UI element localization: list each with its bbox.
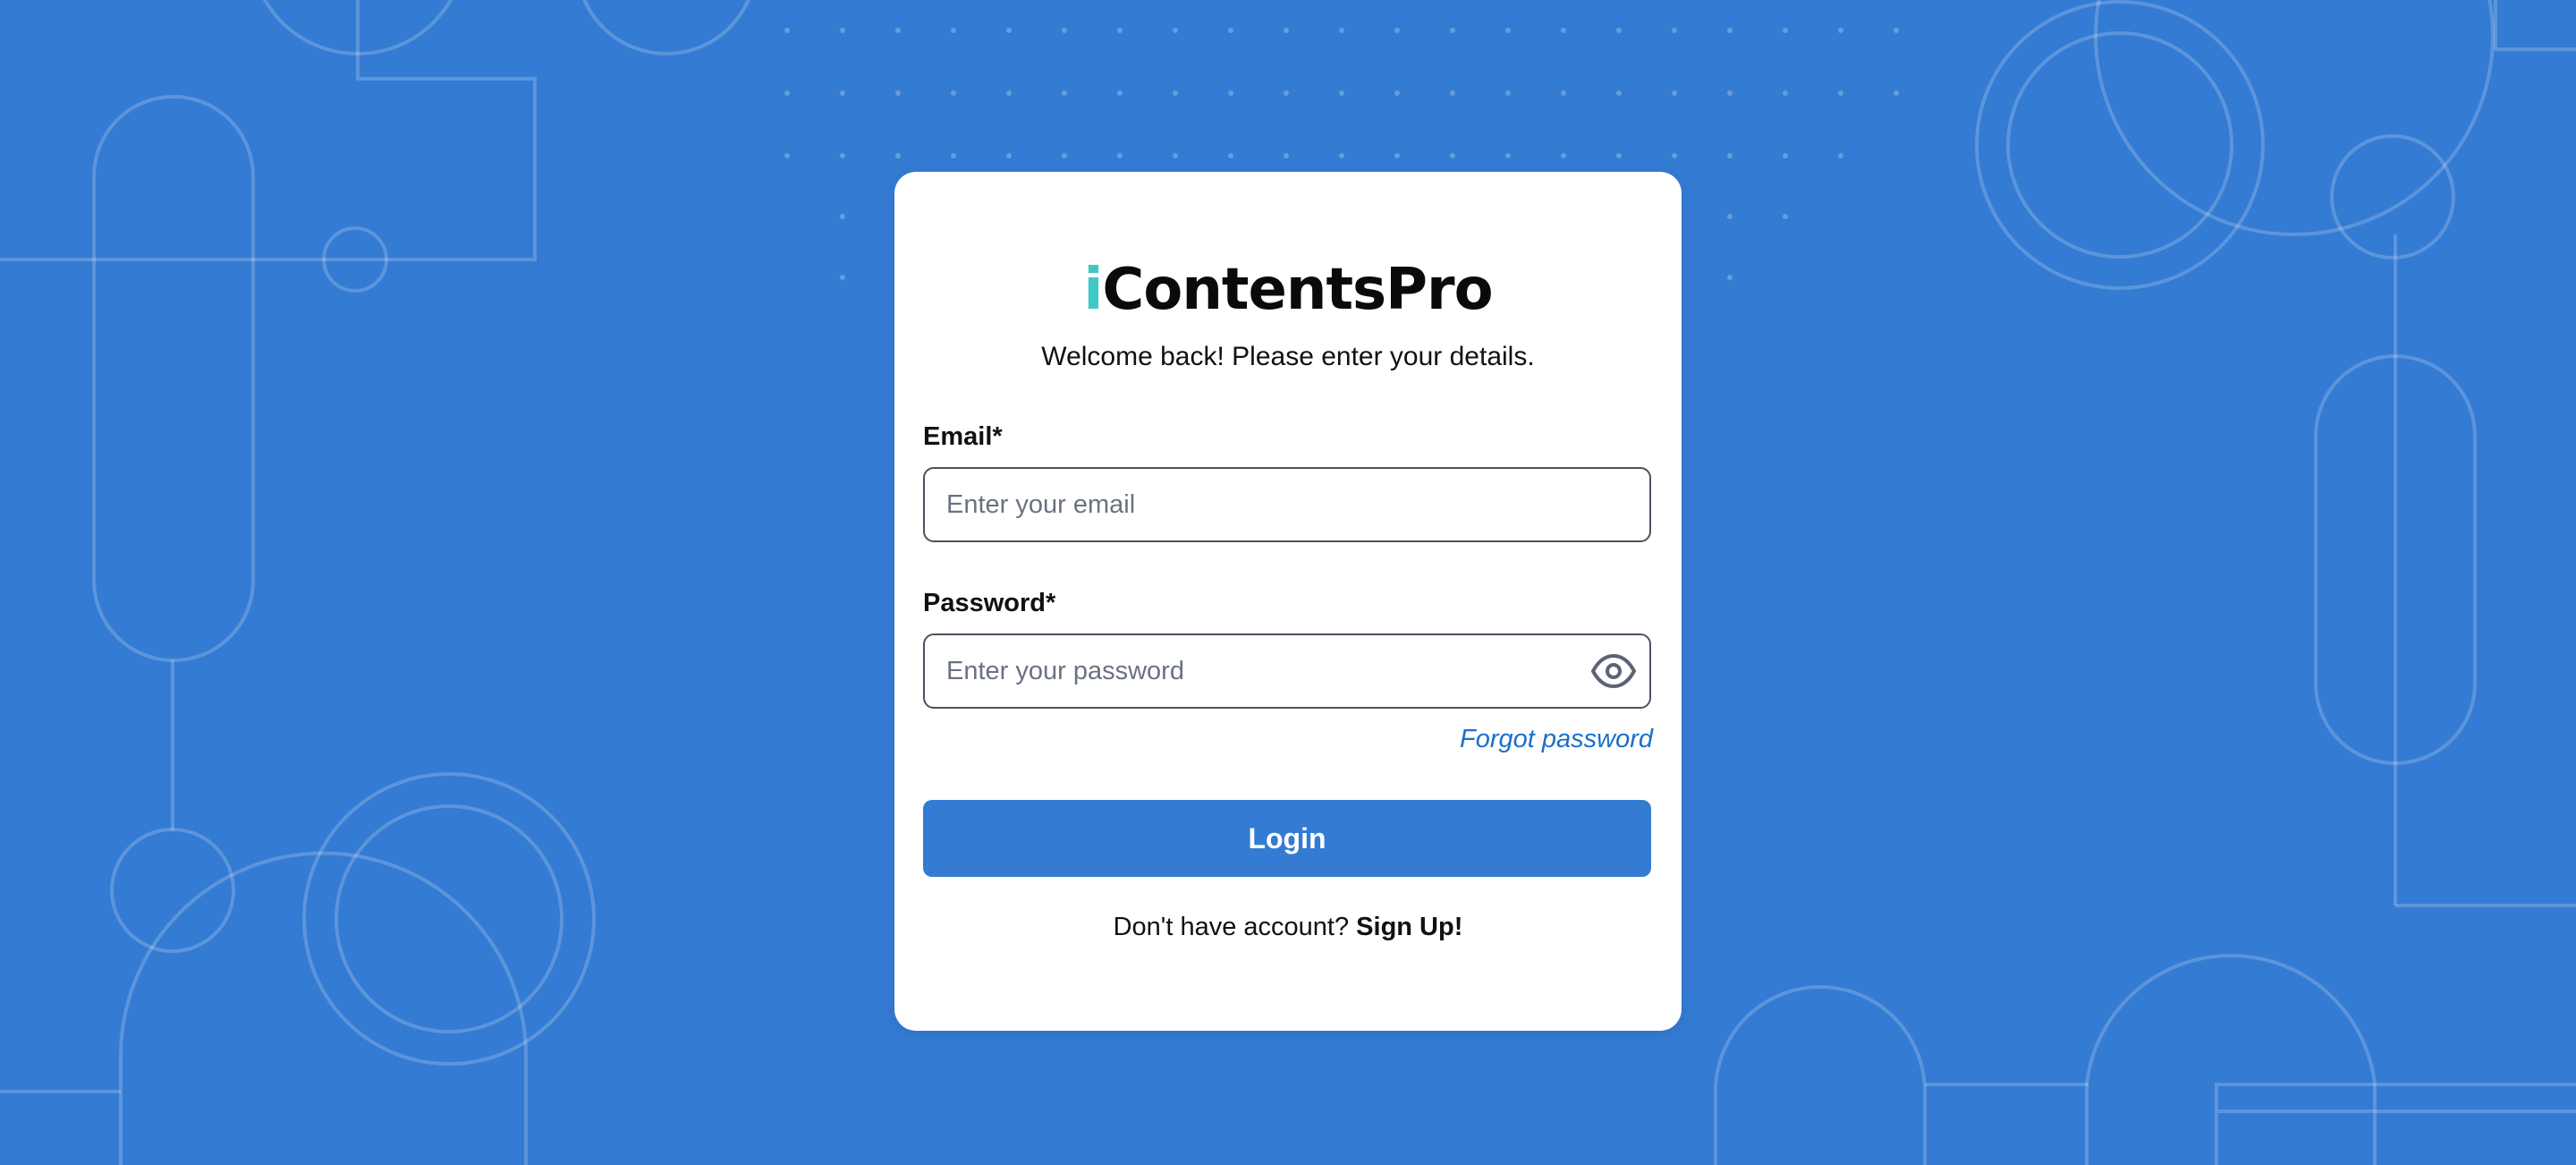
- login-card: iContentsPro Welcome back! Please enter …: [894, 172, 1682, 1031]
- email-label: Email*: [923, 422, 1003, 451]
- logo-text: ContentsPro: [1102, 257, 1493, 323]
- email-input[interactable]: [946, 469, 1572, 540]
- brand-logo: iContentsPro: [894, 261, 1682, 319]
- signup-link[interactable]: Sign Up!: [1356, 913, 1462, 941]
- password-label: Password*: [923, 589, 1056, 617]
- welcome-subtitle: Welcome back! Please enter your details.: [1041, 342, 1535, 371]
- login-button[interactable]: Login: [923, 800, 1651, 877]
- email-field-wrapper: [923, 467, 1651, 542]
- password-field-wrapper: [923, 634, 1651, 709]
- forgot-password-link[interactable]: Forgot password: [1460, 725, 1653, 754]
- eye-icon[interactable]: [1590, 653, 1637, 689]
- signup-prompt: Don't have account?: [1113, 913, 1350, 941]
- password-input[interactable]: [946, 635, 1572, 707]
- signup-row: Don't have account? Sign Up!: [894, 913, 1682, 942]
- logo-accent: i: [1083, 257, 1103, 323]
